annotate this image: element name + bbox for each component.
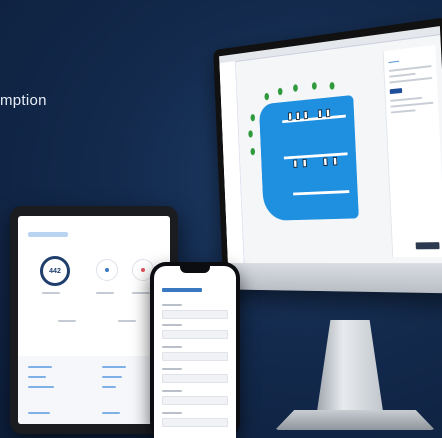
tablet-app-screen: 442 [18, 216, 170, 424]
phone-device [150, 262, 240, 438]
imac-chin [222, 263, 442, 294]
link[interactable] [28, 366, 52, 368]
form-field[interactable] [162, 310, 228, 319]
stat-label [42, 292, 60, 294]
form-field[interactable] [162, 374, 228, 383]
link[interactable] [102, 376, 122, 378]
tree-icon [329, 81, 335, 90]
panel-line [390, 101, 434, 108]
tree-icon [264, 92, 270, 101]
link[interactable] [102, 412, 120, 414]
link[interactable] [28, 412, 50, 414]
info-icon[interactable] [96, 259, 118, 281]
boat-slip[interactable] [295, 111, 301, 121]
stat-label [132, 292, 150, 294]
panel-title: ━━━━ [388, 59, 400, 67]
stat-label [118, 320, 136, 322]
imac-bezel: ━━━━ [213, 17, 442, 294]
app-logo [28, 232, 68, 237]
imac-base [275, 410, 435, 430]
tree-icon [250, 147, 256, 156]
form-field[interactable] [162, 396, 228, 405]
marina-map[interactable] [243, 75, 367, 221]
tree-icon [248, 130, 253, 138]
panel-line [390, 96, 423, 102]
desktop-app-screen: ━━━━ [219, 26, 442, 264]
panel-line [389, 76, 433, 84]
form-field[interactable] [162, 330, 228, 339]
panel-line [390, 109, 416, 114]
panel-line [389, 72, 416, 78]
form-title [162, 288, 202, 292]
boat-slip[interactable] [302, 158, 307, 168]
boat-slip[interactable] [303, 110, 308, 120]
boat-slip[interactable] [317, 109, 323, 119]
phone-notch [180, 266, 210, 273]
stat-label [96, 292, 114, 294]
tree-icon [277, 87, 283, 96]
panel-action-button[interactable] [415, 242, 440, 250]
form-field[interactable] [162, 418, 228, 427]
tree-icon [292, 84, 298, 92]
link[interactable] [28, 386, 54, 388]
boat-slip[interactable] [288, 112, 293, 121]
link[interactable] [28, 376, 46, 378]
stat-label [58, 320, 76, 322]
link[interactable] [102, 386, 116, 388]
field-label [162, 324, 182, 326]
form-field[interactable] [162, 352, 228, 361]
link[interactable] [102, 366, 126, 368]
field-label [162, 304, 182, 306]
occupancy-gauge[interactable]: 442 [40, 256, 70, 286]
boat-slip[interactable] [325, 108, 331, 118]
tree-icon [311, 81, 317, 90]
boat-slip[interactable] [323, 157, 328, 167]
details-panel: ━━━━ [382, 44, 442, 258]
field-label [162, 390, 182, 392]
mobile-app-screen [154, 266, 236, 438]
boat-slip[interactable] [332, 156, 338, 166]
sidebar-nav[interactable] [219, 61, 245, 264]
field-label [162, 412, 182, 414]
imac-stand [315, 320, 385, 425]
field-label [162, 346, 182, 348]
tree-icon [250, 113, 256, 122]
boat-slip[interactable] [293, 159, 298, 168]
headline-text: mption [0, 92, 47, 109]
field-label [162, 368, 182, 370]
panel-line [388, 65, 432, 72]
panel-primary-button[interactable] [389, 88, 403, 95]
